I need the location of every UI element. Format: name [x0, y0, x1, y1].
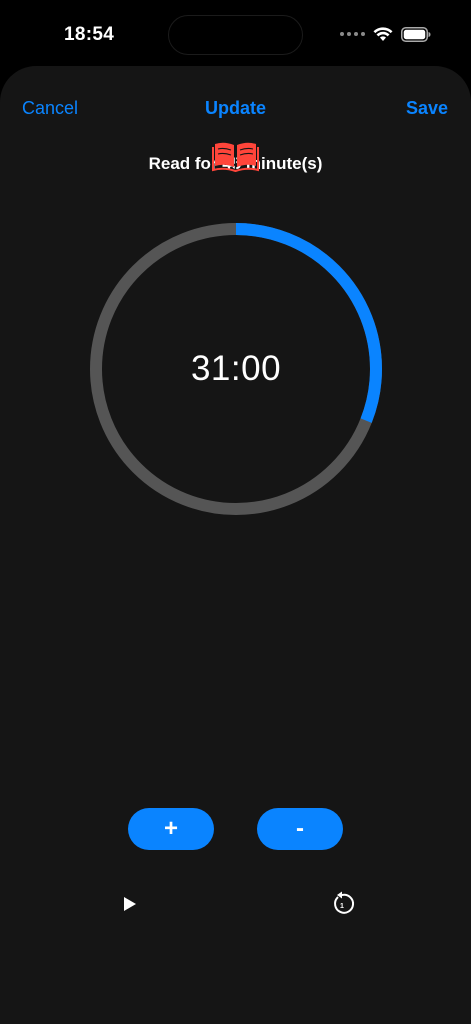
- status-bar: 18:54: [0, 0, 471, 66]
- timer-display: 31:00: [190, 349, 282, 388]
- book-icon: [212, 142, 259, 172]
- update-sheet: Cancel Update Save Read for 45 minute(s): [0, 66, 471, 1024]
- save-button[interactable]: Save: [406, 98, 448, 119]
- svg-text:1: 1: [340, 903, 344, 910]
- subtract-time-button[interactable]: -: [257, 808, 343, 850]
- battery-icon: [401, 26, 431, 42]
- status-time: 18:54: [64, 24, 115, 45]
- play-icon[interactable]: [116, 890, 144, 918]
- add-time-label: +: [163, 815, 178, 842]
- update-title: Update: [204, 98, 266, 118]
- wifi-icon: [373, 26, 393, 41]
- status-icons: [340, 24, 431, 44]
- cancel-button[interactable]: Cancel: [22, 98, 78, 119]
- signal-dots-icon: [340, 32, 365, 36]
- subtract-time-label: -: [296, 815, 304, 842]
- dynamic-island: [168, 15, 303, 55]
- add-time-button[interactable]: +: [128, 808, 214, 850]
- reset-icon[interactable]: 1: [328, 890, 356, 918]
